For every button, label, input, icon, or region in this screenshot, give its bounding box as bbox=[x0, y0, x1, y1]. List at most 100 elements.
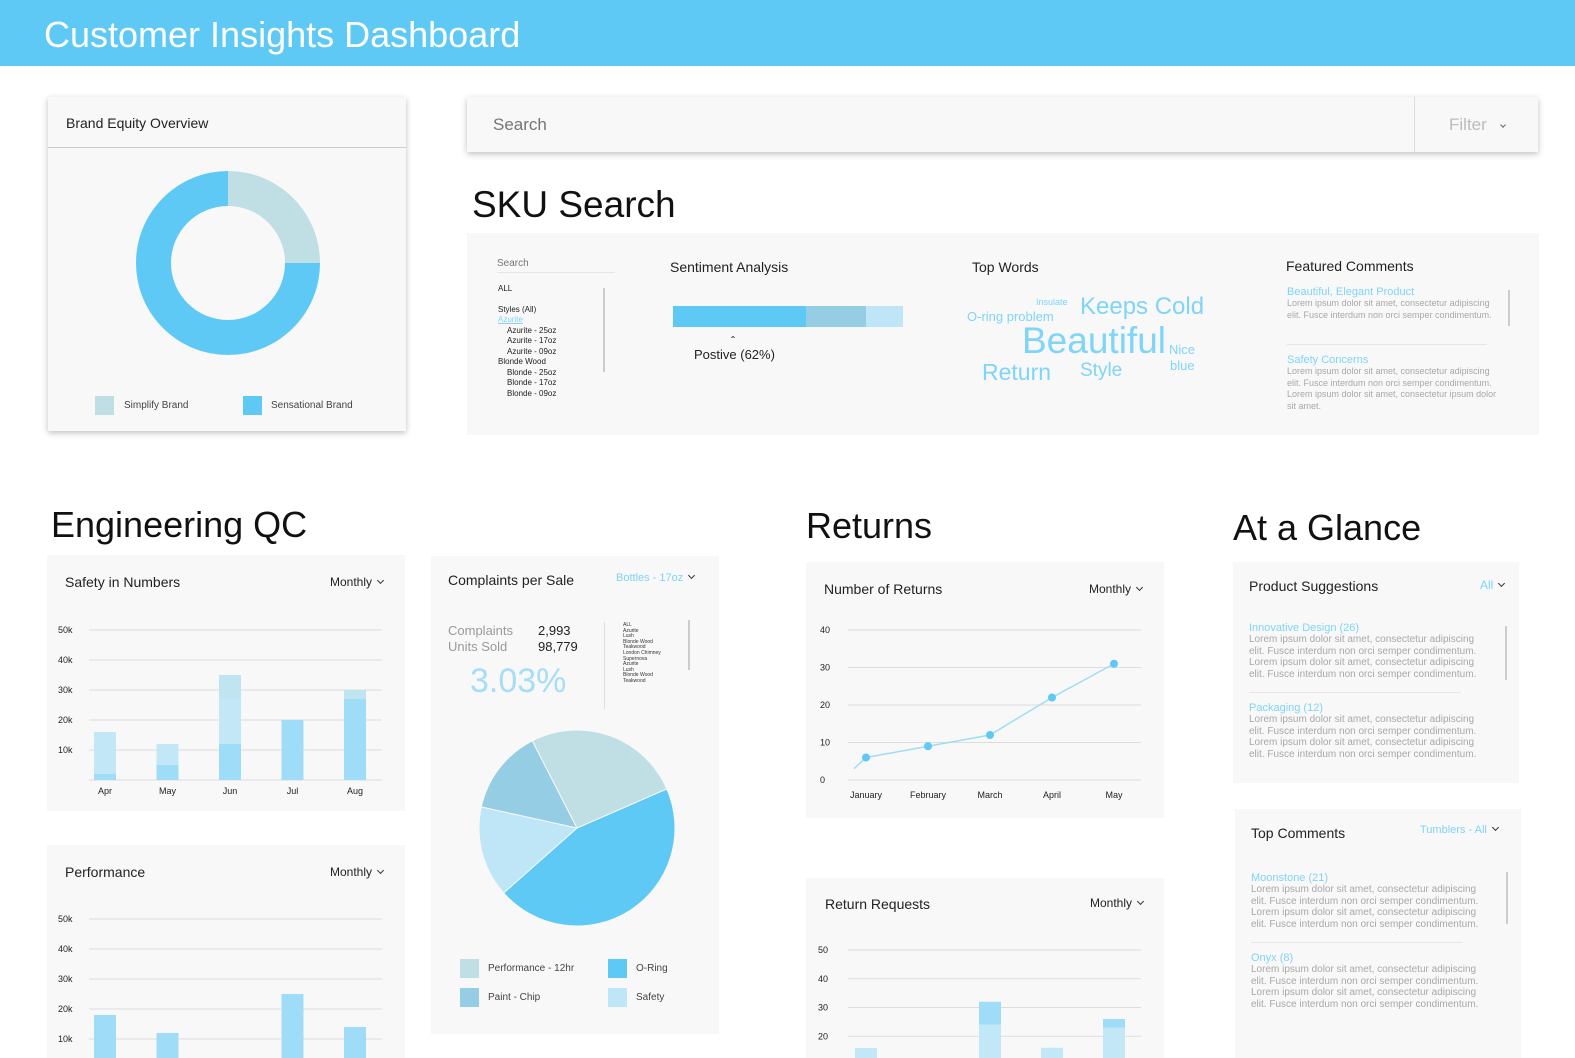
product-list: ALL Azurite Lush Blonde Wood Teakwood London … bbox=[623, 622, 661, 685]
sentiment-title: Sentiment Analysis bbox=[670, 259, 789, 275]
sku-list-item[interactable]: Blonde - 25oz bbox=[498, 368, 608, 379]
filter-dropdown[interactable]: Filter bbox=[1449, 115, 1506, 135]
comment-title: Moonstone (21) bbox=[1251, 872, 1329, 884]
y-tick-label: 30k bbox=[58, 685, 73, 695]
sku-list-item[interactable]: Azurite - 25oz bbox=[498, 326, 608, 337]
data-point bbox=[862, 753, 870, 762]
featured-item-title: Beautiful, Elegant Product bbox=[1287, 286, 1415, 298]
word: Keeps Cold bbox=[1080, 293, 1205, 320]
chevron-down-icon bbox=[1498, 579, 1506, 588]
pie-slice bbox=[228, 171, 320, 263]
sku-list-item[interactable]: Blonde Wood bbox=[498, 357, 608, 368]
product-list-item[interactable]: Teakwood bbox=[623, 678, 661, 685]
comment-body: Lorem ipsum dolor sit amet, consectetur … bbox=[1251, 884, 1479, 930]
comment-item[interactable]: Moonstone (21) Lorem ipsum dolor sit ame… bbox=[1251, 872, 1481, 930]
return-requests-card: Return Requests Monthly 20 30 40 50 bbox=[806, 878, 1164, 1058]
filter-label: Bottles - 17oz bbox=[616, 572, 684, 584]
word: Insulate bbox=[1036, 297, 1068, 307]
suggestions-filter[interactable]: All bbox=[1480, 578, 1506, 592]
featured-title: Featured Comments bbox=[1286, 258, 1414, 274]
bar bbox=[979, 1001, 1001, 1025]
comment-item[interactable]: Onyx (8) Lorem ipsum dolor sit amet, con… bbox=[1251, 952, 1481, 1010]
filter-label: Filter bbox=[1449, 115, 1487, 134]
divider bbox=[1251, 942, 1463, 943]
scrollbar[interactable] bbox=[603, 288, 605, 372]
x-tick-label: March bbox=[977, 790, 1002, 800]
search-input[interactable] bbox=[467, 97, 1414, 152]
legend-oring: O-Ring bbox=[636, 963, 668, 974]
suggestion-item[interactable]: Packaging (12) Lorem ipsum dolor sit ame… bbox=[1249, 702, 1479, 760]
sku-list-item[interactable]: ALL bbox=[498, 284, 608, 295]
bar bbox=[219, 699, 241, 744]
top-words-title: Top Words bbox=[972, 259, 1039, 275]
suggestion-item[interactable]: Innovative Design (26) Lorem ipsum dolor… bbox=[1249, 622, 1479, 680]
safety-bar-chart: 10k 20k 30k 40k 50k Apr May Jun Jul Aug bbox=[58, 625, 382, 796]
x-tick-label: Jun bbox=[223, 786, 238, 796]
sku-list: ALL Styles (All) Azurite Azurite - 25oz Azur… bbox=[498, 284, 608, 399]
suggestion-title: Packaging (12) bbox=[1249, 702, 1323, 714]
bar bbox=[94, 732, 116, 774]
x-tick-label: February bbox=[910, 790, 947, 800]
sku-list-item[interactable]: Blonde - 17oz bbox=[498, 378, 608, 389]
top-comments-filter[interactable]: Tumblers - All bbox=[1420, 823, 1499, 836]
x-tick-label: January bbox=[850, 790, 883, 800]
bar bbox=[94, 774, 116, 780]
featured-item[interactable]: Beautiful, Elegant Product Lorem ipsum d… bbox=[1287, 286, 1499, 321]
legend-performance: Performance - 12hr bbox=[488, 963, 575, 974]
legend-simplify: Simplify Brand bbox=[124, 400, 189, 411]
bar bbox=[344, 690, 366, 699]
sentiment-neutral bbox=[806, 306, 867, 327]
y-tick-label: 20 bbox=[818, 1031, 828, 1041]
top-comments-card: Top Comments Tumblers - All Moonstone (2… bbox=[1235, 809, 1521, 1058]
sku-list-item[interactable]: Azurite bbox=[498, 315, 608, 326]
num-returns-card: Number of Returns Monthly 0 10 20 30 40 Janua… bbox=[806, 562, 1164, 818]
suggestions-title: Product Suggestions bbox=[1249, 578, 1379, 594]
performance-bar-chart: 10k 20k 30k 40k 50k bbox=[58, 914, 382, 1058]
word: Style bbox=[1080, 360, 1123, 381]
bar bbox=[156, 744, 179, 765]
sku-list-item[interactable]: Blonde - 09oz bbox=[498, 389, 608, 400]
legend-safety: Safety bbox=[636, 992, 665, 1003]
y-tick-label: 10k bbox=[58, 1034, 73, 1044]
y-tick-label: 30 bbox=[818, 1003, 828, 1013]
y-tick-label: 40k bbox=[58, 655, 73, 665]
word: Nice bbox=[1169, 342, 1196, 357]
y-tick-label: 50k bbox=[58, 625, 73, 635]
x-tick-label: Jul bbox=[287, 786, 299, 796]
y-tick-label: 50k bbox=[58, 914, 73, 924]
sku-list-item[interactable]: Styles (All) bbox=[498, 305, 608, 316]
filter-label: Tumblers - All bbox=[1420, 824, 1487, 836]
featured-item-body: Lorem ipsum dolor sit amet, consectetur … bbox=[1287, 366, 1497, 411]
sku-list-search[interactable] bbox=[497, 255, 615, 273]
sku-list-item[interactable]: Azurite - 09oz bbox=[498, 347, 608, 358]
bar bbox=[1041, 1047, 1063, 1058]
y-tick-label: 10k bbox=[58, 745, 73, 755]
bar bbox=[156, 765, 179, 780]
word: Beautiful bbox=[1022, 320, 1166, 361]
search-bar: Filter bbox=[467, 97, 1538, 152]
return-requests-bar-chart: 20 30 40 50 bbox=[818, 945, 1141, 1058]
divider bbox=[1414, 97, 1415, 152]
scrollbar[interactable] bbox=[1506, 872, 1508, 924]
scrollbar[interactable] bbox=[1508, 290, 1510, 326]
sentiment-bar bbox=[673, 306, 903, 327]
scrollbar[interactable] bbox=[1505, 626, 1507, 680]
product-filter-dropdown[interactable]: Bottles - 17oz bbox=[616, 571, 696, 584]
x-tick-label: April bbox=[1043, 790, 1061, 800]
data-point bbox=[1110, 659, 1118, 668]
scrollbar[interactable] bbox=[688, 620, 690, 670]
filter-label: All bbox=[1480, 578, 1494, 592]
safety-card: Safety in Numbers Monthly 10k 20k 30k 40k 50… bbox=[47, 555, 405, 811]
brand-donut-chart bbox=[136, 171, 320, 355]
data-point bbox=[986, 731, 994, 739]
glance-heading: At a Glance bbox=[1233, 507, 1422, 548]
complaints-value: 2,993 bbox=[538, 623, 571, 638]
featured-item[interactable]: Safety Concerns Lorem ipsum dolor sit am… bbox=[1287, 354, 1499, 412]
legend-swatch bbox=[608, 959, 627, 978]
returns-line-chart: 0 10 20 30 40 January February March April May bbox=[820, 625, 1141, 800]
comment-body: Lorem ipsum dolor sit amet, consectetur … bbox=[1251, 964, 1479, 1010]
legend-swatch bbox=[460, 988, 479, 1007]
bar bbox=[156, 1033, 179, 1058]
y-tick-label: 30 bbox=[820, 663, 830, 673]
sku-list-item[interactable]: Azurite - 17oz bbox=[498, 336, 608, 347]
